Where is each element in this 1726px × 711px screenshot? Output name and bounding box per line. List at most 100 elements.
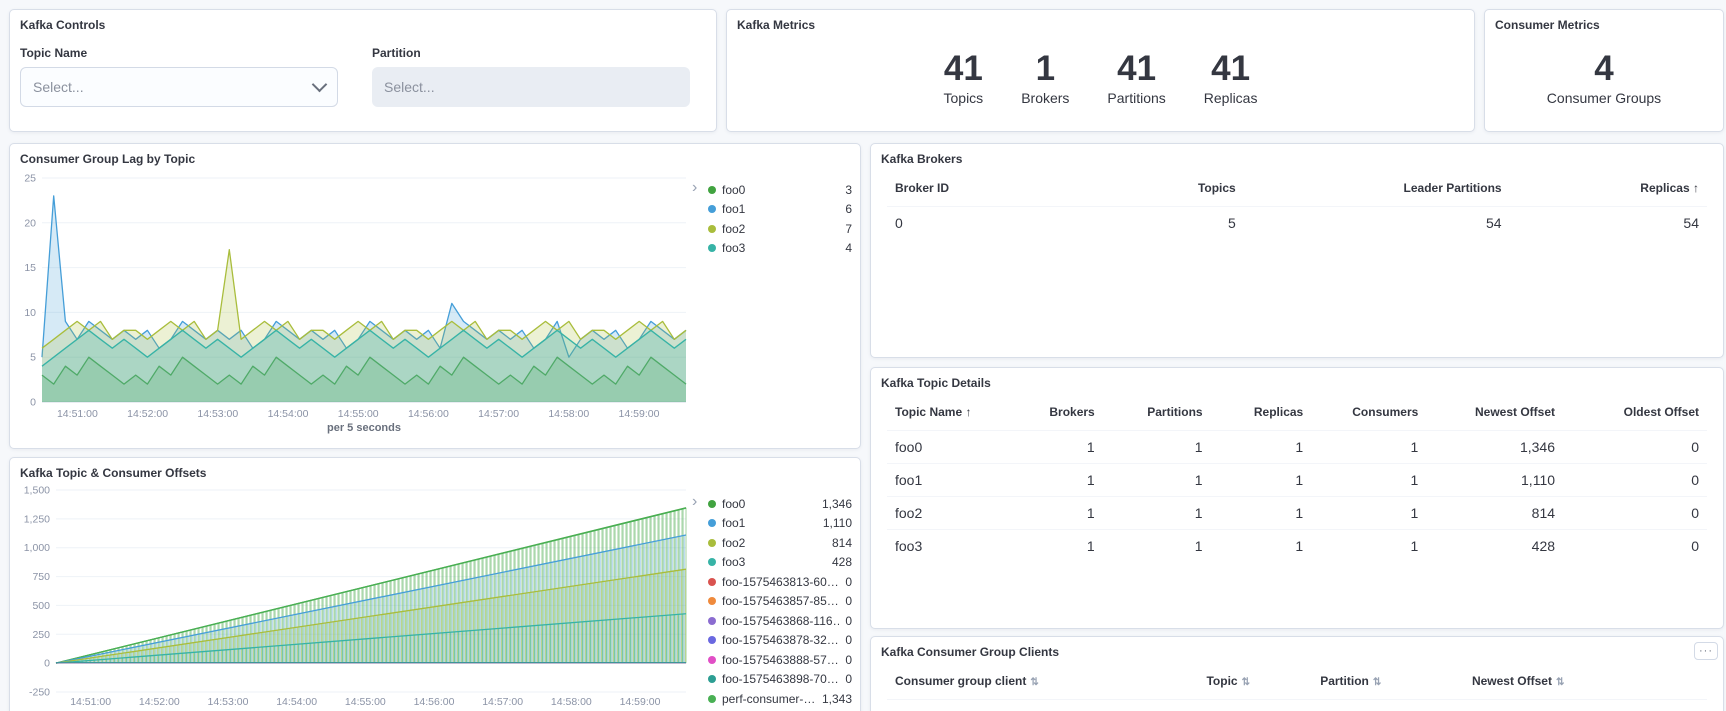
svg-text:500: 500 bbox=[32, 600, 50, 612]
table-cell: 1 bbox=[1103, 464, 1211, 497]
series-color-dot bbox=[708, 519, 716, 527]
svg-text:14:57:00: 14:57:00 bbox=[482, 696, 523, 708]
svg-text:14:56:00: 14:56:00 bbox=[414, 696, 455, 708]
kafka-dashboard: Kafka Controls Topic Name Select... Part… bbox=[0, 0, 1726, 711]
legend-item[interactable]: foo-1575463813-60…0 bbox=[708, 572, 852, 592]
table-cell: 1 bbox=[1311, 530, 1426, 563]
offsets-chart-body: -25002505007501,0001,2501,50014:51:0014:… bbox=[10, 482, 860, 711]
svg-text:1,250: 1,250 bbox=[24, 513, 50, 525]
table-cell: 1 bbox=[1211, 497, 1312, 530]
svg-text:14:55:00: 14:55:00 bbox=[338, 408, 379, 420]
table-cell: 1 bbox=[1211, 530, 1312, 563]
column-header[interactable]: Topic⇅ bbox=[1198, 663, 1312, 700]
column-header[interactable]: Partitions bbox=[1103, 394, 1211, 431]
topic-details-table-wrap: Topic Name ↑BrokersPartitionsReplicasCon… bbox=[871, 392, 1723, 562]
table-cell: 0 bbox=[1563, 530, 1707, 563]
legend-item[interactable]: foo-1575463878-32… 0 bbox=[708, 631, 852, 651]
metric-label: Replicas bbox=[1204, 90, 1258, 106]
column-header[interactable]: Consumers bbox=[1311, 394, 1426, 431]
column-header[interactable]: Leader Partitions bbox=[1244, 170, 1510, 207]
column-header[interactable]: Newest Offset⇅ bbox=[1464, 663, 1707, 700]
legend-item[interactable]: foo27 bbox=[708, 219, 852, 239]
topic-details-table: Topic Name ↑BrokersPartitionsReplicasCon… bbox=[887, 394, 1707, 562]
svg-text:14:51:00: 14:51:00 bbox=[57, 408, 98, 420]
svg-text:14:59:00: 14:59:00 bbox=[620, 696, 661, 708]
legend-list: foo03foo16foo27foo34 bbox=[708, 180, 852, 446]
chevron-down-icon bbox=[312, 77, 328, 93]
column-header[interactable]: Oldest Offset bbox=[1563, 394, 1707, 431]
panel-kafka-brokers: Kafka Brokers Broker IDTopicsLeader Part… bbox=[870, 143, 1724, 358]
legend-series-value: 0 bbox=[845, 614, 852, 628]
column-header[interactable]: Brokers bbox=[1031, 394, 1103, 431]
topic-name-select[interactable]: Select... bbox=[20, 67, 338, 107]
metric-value: 1 bbox=[1021, 50, 1069, 88]
svg-text:15: 15 bbox=[24, 262, 36, 274]
legend-item[interactable]: foo3428 bbox=[708, 553, 852, 573]
legend-list: foo01,346foo11,110foo2814foo3428foo-1575… bbox=[708, 494, 852, 711]
legend-series-name: foo0 bbox=[722, 497, 816, 511]
legend-series-name: foo-1575463878-32… bbox=[722, 633, 839, 647]
consumer-clients-table: Consumer group client⇅Topic⇅Partition⇅Ne… bbox=[887, 663, 1707, 711]
legend-item[interactable]: foo-1575463857-85…0 bbox=[708, 592, 852, 612]
table-cell: 1 bbox=[1211, 431, 1312, 464]
legend-series-name: foo3 bbox=[722, 555, 826, 569]
metric-value: 41 bbox=[1107, 50, 1165, 88]
table-cell: 1 bbox=[1103, 431, 1211, 464]
table-row: foo211118140 bbox=[887, 497, 1707, 530]
legend-series-value: 0 bbox=[845, 653, 852, 667]
column-header[interactable]: Broker ID bbox=[887, 170, 1107, 207]
series-color-dot bbox=[708, 500, 716, 508]
column-header[interactable]: Partition⇅ bbox=[1312, 663, 1464, 700]
sort-asc-icon: ↑ bbox=[1690, 181, 1699, 195]
table-cell: 1 bbox=[1311, 497, 1426, 530]
metric-label: Topics bbox=[944, 90, 984, 106]
table-cell: 0 bbox=[1312, 700, 1464, 711]
column-header[interactable]: Topics bbox=[1107, 170, 1244, 207]
legend-item[interactable]: perf-consumer-…1,343 bbox=[708, 689, 852, 709]
partition-select[interactable]: Select... bbox=[372, 67, 690, 107]
table-cell: 0 bbox=[1563, 464, 1707, 497]
series-color-dot bbox=[708, 205, 716, 213]
panel-title: Kafka Consumer Group Clients bbox=[871, 637, 1723, 661]
sortable-icon: ⇅ bbox=[1373, 677, 1381, 688]
sort-asc-icon: ↑ bbox=[962, 405, 971, 419]
legend-series-value: 814 bbox=[832, 536, 852, 550]
legend-item[interactable]: foo03 bbox=[708, 180, 852, 200]
legend-item[interactable]: foo-1575463898-70…0 bbox=[708, 670, 852, 690]
legend-item[interactable]: foo2814 bbox=[708, 533, 852, 553]
lag-chart-body: 051015202514:51:0014:52:0014:53:0014:54:… bbox=[10, 168, 860, 446]
svg-text:14:58:00: 14:58:00 bbox=[548, 408, 589, 420]
consumer-metrics-row: 4Consumer Groups bbox=[1485, 34, 1723, 106]
column-header[interactable]: Newest Offset bbox=[1426, 394, 1563, 431]
series-color-dot bbox=[708, 636, 716, 644]
series-color-dot bbox=[708, 558, 716, 566]
column-header[interactable]: Topic Name ↑ bbox=[887, 394, 1031, 431]
legend-item[interactable]: foo11,110 bbox=[708, 514, 852, 534]
legend-expand-icon[interactable]: › bbox=[692, 180, 708, 446]
metric: 41Partitions bbox=[1107, 50, 1165, 106]
column-header[interactable]: Consumer group client⇅ bbox=[887, 663, 1198, 700]
svg-text:14:52:00: 14:52:00 bbox=[139, 696, 180, 708]
metric: 1Brokers bbox=[1021, 50, 1069, 106]
legend-item[interactable]: foo16 bbox=[708, 200, 852, 220]
legend-item[interactable]: foo34 bbox=[708, 239, 852, 259]
legend-item[interactable]: foo-1575463868-116…0 bbox=[708, 611, 852, 631]
legend-series-name: foo1 bbox=[722, 202, 839, 216]
svg-text:14:58:00: 14:58:00 bbox=[551, 696, 592, 708]
table-cell: foo0 bbox=[1198, 700, 1312, 711]
svg-text:25: 25 bbox=[24, 173, 36, 185]
column-header[interactable]: Replicas ↑ bbox=[1510, 170, 1707, 207]
legend-series-name: foo-1575463888-57… bbox=[722, 653, 839, 667]
column-header[interactable]: Replicas bbox=[1211, 394, 1312, 431]
svg-text:per 5 seconds: per 5 seconds bbox=[327, 422, 401, 434]
svg-text:0: 0 bbox=[44, 658, 50, 670]
series-color-dot bbox=[708, 539, 716, 547]
legend-series-value: 0 bbox=[845, 633, 852, 647]
legend-expand-icon[interactable]: › bbox=[692, 494, 708, 711]
table-cell: 1 bbox=[1103, 497, 1211, 530]
legend-item[interactable]: foo-1575463888-57… 0 bbox=[708, 650, 852, 670]
metric-value: 41 bbox=[944, 50, 984, 88]
panel-options-button[interactable]: ··· bbox=[1694, 642, 1718, 660]
table-cell: 1 bbox=[1031, 464, 1103, 497]
legend-item[interactable]: foo01,346 bbox=[708, 494, 852, 514]
